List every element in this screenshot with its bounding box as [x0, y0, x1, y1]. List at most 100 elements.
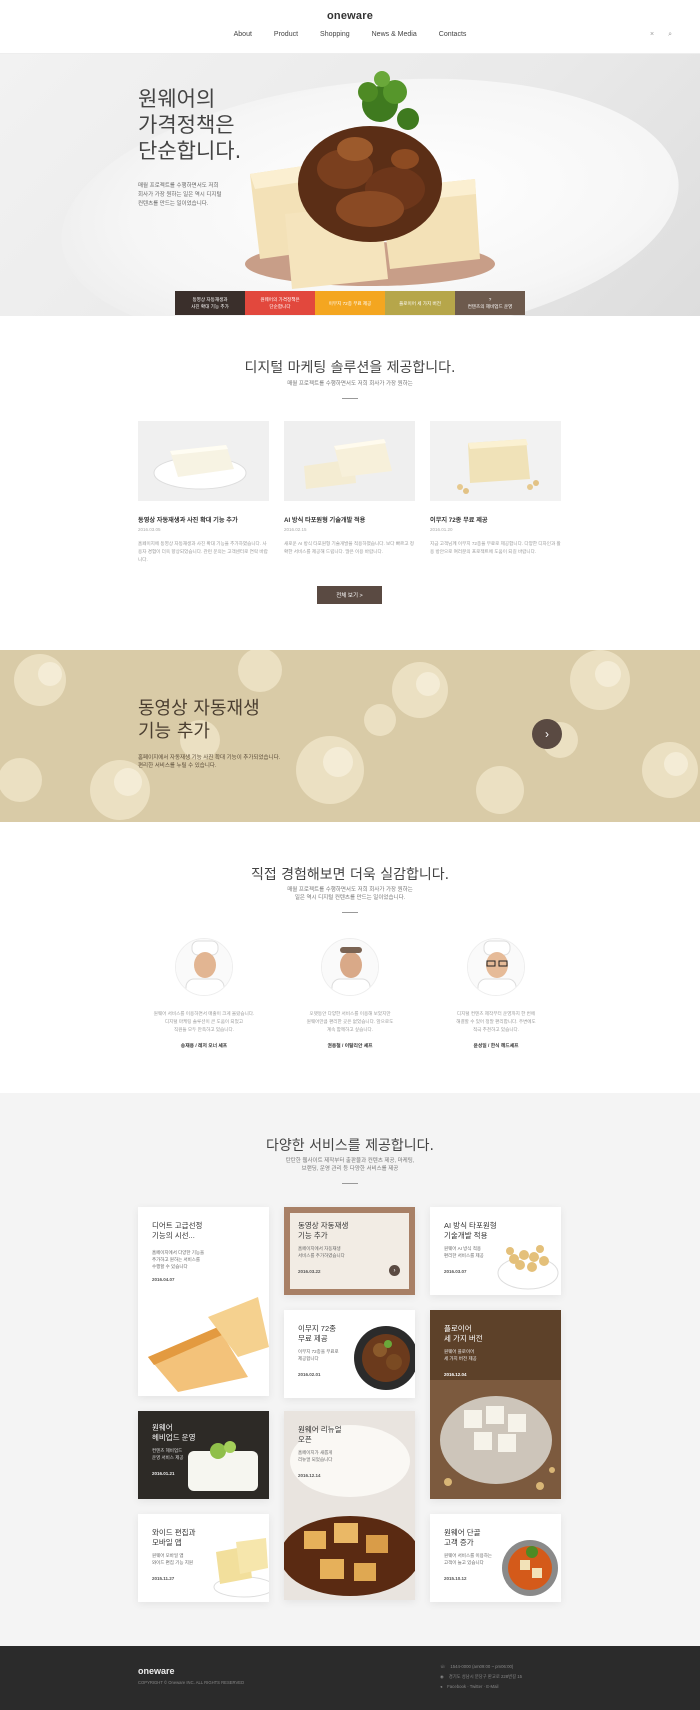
braised-dish-image: [354, 1326, 415, 1390]
tile-title: 동영상 자동재생 기능 추가: [298, 1221, 349, 1240]
hero-tab-versions[interactable]: 플로이어 세 가지 버전: [385, 291, 455, 315]
tile-title: 원웨어 단골 고객 증가: [444, 1528, 481, 1547]
services-title: 다양한 서비스를 제공합니다.: [266, 1138, 434, 1154]
banner-title: 동영상 자동재생 기능 추가: [138, 698, 260, 742]
service-tile[interactable]: 플로이어 세 가지 버전 원웨어 플로이어 세 가지 버전 제공 2016.12…: [430, 1310, 561, 1499]
service-tile[interactable]: AI 방식 타포원형 기술개발 적용 원웨어 AI 방식 적용 편리한 서비스를…: [430, 1207, 561, 1295]
hero-tab-pricing[interactable]: 원웨어의 가격정책은 단순합니다: [245, 291, 315, 315]
search-icon[interactable]: ⌕: [668, 31, 672, 39]
solutions-subtitle: 매월 프로젝트를 수행하면서도 저희 회사가 가장 원하는: [287, 381, 413, 387]
services-section: 다양한 서비스를 제공합니다. 탄탄한 웹사이트 제작부터 출판물과 컨텐츠 제…: [0, 1093, 700, 1646]
footer-phone: 1544-0000 (am09:00 ~ pm06:00): [450, 1664, 514, 1669]
tile-date: 2016.03.07: [444, 1269, 467, 1274]
site-header: oneware About Product Shopping News & Me…: [0, 0, 700, 54]
soy-crumble-image: [0, 650, 700, 822]
view-all-button[interactable]: 전체 보기 >: [317, 586, 382, 604]
logo[interactable]: oneware: [0, 10, 700, 22]
curry-pot-image: [502, 1540, 558, 1596]
tile-title: 이무지 72종 무료 제공: [298, 1324, 337, 1343]
card-date: 2016.02.15: [284, 527, 307, 532]
hero-description: 매월 프로젝트를 수행하면서도 저희 회사가 가장 원하는 일은 역시 디지털 …: [138, 183, 222, 207]
service-tile[interactable]: 와이드 편집과 모바일 앱 원웨어 모바일 앱 와이드 편집 기능 지원 201…: [138, 1514, 269, 1602]
testimonial-name: 윤성일 / 한식 헤드셰프: [473, 1044, 519, 1049]
nav-product[interactable]: Product: [274, 31, 298, 38]
hero-tab-video[interactable]: 동영상 자동재생과 사진 확대 기능 추가: [175, 291, 245, 315]
testimonial-name: 권용철 / 이탈리안 셰프: [327, 1044, 373, 1049]
tile-description: 원웨어 AI 방식 적용 편리한 서비스를 제공: [444, 1246, 484, 1258]
divider: [342, 1183, 358, 1184]
solution-card[interactable]: 이무지 72종 무료 제공 2016.01.20 지금 고객님께 이무지 72종…: [430, 421, 561, 564]
fried-tofu-image: [148, 1297, 269, 1392]
service-tile[interactable]: 원웨어 리뉴얼 오픈 홈페이지가 새롭게 리뉴얼 되었습니다 2016.12.1…: [284, 1411, 415, 1600]
nav-news-media[interactable]: News & Media: [372, 31, 417, 38]
page: oneware About Product Shopping News & Me…: [0, 0, 700, 1710]
site-footer: oneware COPYRIGHT © Oneware INC. ALL RIG…: [0, 1646, 700, 1710]
chef-avatar: [175, 938, 233, 996]
share-icon: ◂: [440, 1684, 443, 1689]
divider: [342, 398, 358, 399]
tile-date: 2016.12.14: [298, 1473, 321, 1478]
testimonial-text: 오랫동안 다양한 서비스를 이용해 보았지만 원웨어만큼 편리한 곳은 없었습니…: [306, 1011, 394, 1032]
tofu-blocks-image: [284, 421, 415, 501]
location-icon: ◉: [440, 1674, 444, 1679]
testimonials-subtitle: 매월 프로젝트를 수행하면서도 저희 회사가 가장 원하는 일은 역시 디지털 …: [287, 887, 413, 901]
soybean-bowl-image: [497, 1245, 559, 1290]
footer-contact: ☏ 1544-0000 (am09:00 ~ pm06:00) ◉ 경기도 성남시 …: [440, 1662, 522, 1692]
tile-title: 원웨어 리뉴얼 오픈: [298, 1425, 342, 1444]
testimonial: 오랫동안 다양한 서비스를 이용해 보았지만 원웨어만큼 편리한 곳은 없었습니…: [280, 938, 420, 1049]
tile-title: 와이드 편집과 모바일 앱: [152, 1528, 196, 1547]
next-arrow-icon[interactable]: ›: [532, 719, 562, 749]
card-title: 이무지 72종 무료 제공: [430, 517, 488, 524]
testimonial-text: 원웨어 서비스를 이용하면서 매출이 크게 올랐습니다. 디지털 마케팅 솔루션…: [153, 1011, 255, 1032]
solutions-title: 디지털 마케팅 솔루션을 제공합니다.: [244, 360, 456, 376]
nav-contacts[interactable]: Contacts: [439, 31, 467, 38]
tile-description: 이무지 72종을 무료로 제공합니다: [298, 1349, 339, 1361]
tile-date: 2016.02.01: [298, 1372, 321, 1377]
tile-description: 홈페이지에서 자동재생 서비스를 추가하였습니다: [298, 1246, 345, 1258]
tile-description: 원웨어 모바일 앱 와이드 편집 기능 지원: [152, 1553, 194, 1565]
service-tile[interactable]: 원웨어 단골 고객 증가 원웨어 서비스를 이용하는 고객이 늘고 있습니다 2…: [430, 1514, 561, 1602]
card-body: 지금 고객님께 이무지 72종을 무료로 제공합니다. 다양한 디자인과 활용 …: [430, 541, 561, 554]
hero-title: 원웨어의 가격정책은 단순합니다.: [138, 87, 242, 163]
service-tile[interactable]: 이무지 72종 무료 제공 이무지 72종을 무료로 제공합니다 2016.02…: [284, 1310, 415, 1398]
tofu-slices-image: [213, 1538, 269, 1598]
play-icon[interactable]: ›: [389, 1265, 400, 1276]
tile-date: 2015.11.27: [152, 1576, 175, 1581]
tile-description: 컨텐츠 헤비업드 운영 서비스 제공: [152, 1448, 184, 1460]
footer-logo[interactable]: oneware: [138, 1666, 175, 1676]
tile-description: 원웨어 플로이어 세 가지 버전 제공: [444, 1349, 477, 1361]
tile-title: 원웨어 헤비업드 운영: [152, 1423, 196, 1442]
promo-banner: 동영상 자동재생 기능 추가 홈페이지에서 자동재생 기능 사진 확대 기능이 …: [0, 650, 700, 822]
tile-date: 2016.03.22: [298, 1269, 321, 1274]
testimonial-text: 디지털 컨텐츠 제작부터 운영까지 한 번에 해결할 수 있어 정말 편리합니다…: [456, 1011, 536, 1032]
card-date: 2016.03.05: [138, 527, 161, 532]
services-subtitle: 탄탄한 웹사이트 제작부터 출판물과 컨텐츠 제공, 마케팅, 브랜딩, 운영 …: [285, 1158, 415, 1172]
card-body: 새로운 AI 방식 타포원형 기술개발을 적용하였습니다. 보다 빠르고 정확한…: [284, 541, 414, 554]
footer-links[interactable]: Facebook · Twitter · E-Mail: [447, 1682, 498, 1692]
testimonial: 원웨어 서비스를 이용하면서 매출이 크게 올랐습니다. 디지털 마케팅 솔루션…: [134, 938, 274, 1049]
solution-card[interactable]: AI 방식 타포원형 기술개발 적용 2016.02.15 새로운 AI 방식 …: [284, 421, 415, 564]
nav-about[interactable]: About: [234, 31, 252, 38]
main-nav: About Product Shopping News & Media Cont…: [0, 31, 700, 38]
solution-card[interactable]: 동영상 자동재생과 사진 확대 기능 추가 2016.03.05 홈페이지에 동…: [138, 421, 269, 564]
phone-icon: ☏: [440, 1664, 446, 1669]
hero-tab-contents[interactable]: ? 컨텐츠의 헤비업드 운영: [455, 291, 525, 315]
tile-date: 2015.10.12: [444, 1576, 467, 1581]
service-tile[interactable]: 원웨어 헤비업드 운영 컨텐츠 헤비업드 운영 서비스 제공 2016.01.2…: [138, 1411, 269, 1499]
hero-tab-images[interactable]: 이무지 72종 무료 제공: [315, 291, 385, 315]
tile-title: 디어트 고급선정 기능의 시선...: [152, 1221, 203, 1240]
testimonial: 디지털 컨텐츠 제작부터 운영까지 한 번에 해결할 수 있어 정말 편리합니다…: [426, 938, 566, 1049]
card-body: 홈페이지에 동영상 자동재생과 사진 확대 기능을 추가하였습니다. 사용자 경…: [138, 541, 268, 562]
chef-avatar: [467, 938, 525, 996]
close-icon[interactable]: ×: [650, 31, 654, 39]
testimonial-name: 송재용 / 레저 오너 셰프: [180, 1044, 228, 1049]
service-tile[interactable]: 동영상 자동재생 기능 추가 홈페이지에서 자동재생 서비스를 추가하였습니다 …: [284, 1207, 415, 1295]
card-title: 동영상 자동재생과 사진 확대 기능 추가: [138, 517, 238, 524]
header-icons: × ⌕: [650, 31, 672, 39]
nav-shopping[interactable]: Shopping: [320, 31, 350, 38]
service-tile[interactable]: 디어트 고급선정 기능의 시선... 홈페이지에서 다양한 기능을 추가하고 원…: [138, 1207, 269, 1396]
tofu-beans-image: [430, 421, 561, 501]
chef-avatar: [321, 938, 379, 996]
card-title: AI 방식 타포원형 기술개발 적용: [284, 517, 366, 524]
tile-description: 원웨어 서비스를 이용하는 고객이 늘고 있습니다: [444, 1553, 493, 1565]
